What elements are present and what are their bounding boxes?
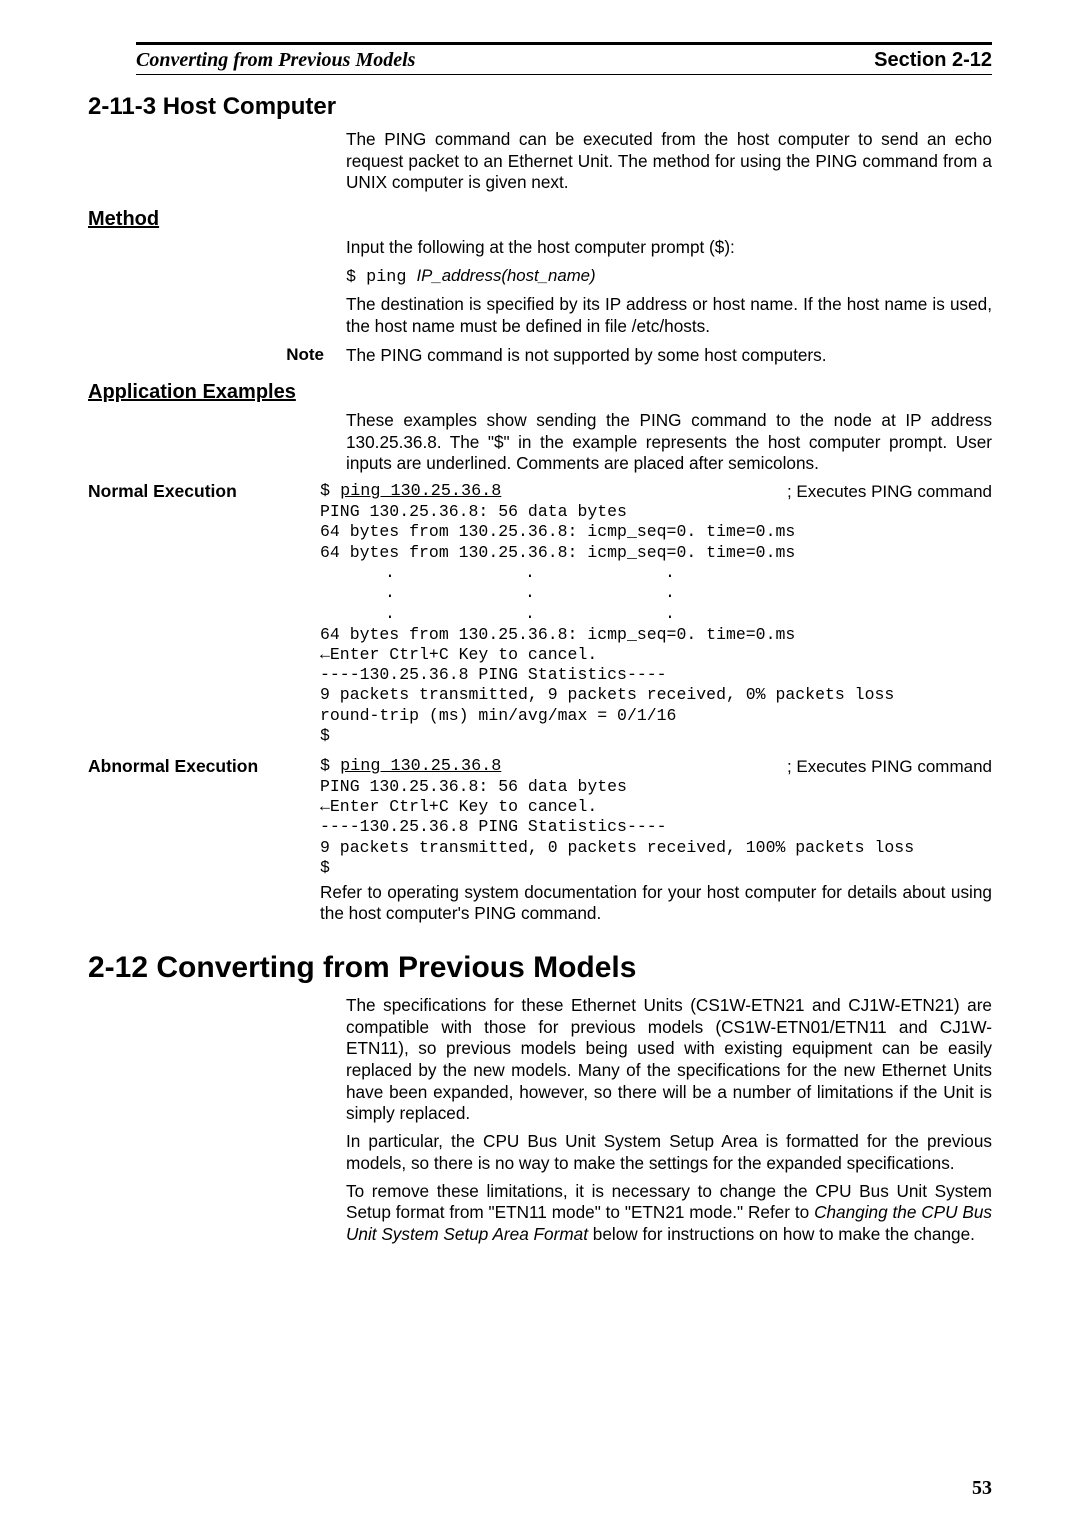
heading-host-computer: 2-11-3 Host Computer [88,93,992,121]
label-normal-execution: Normal Execution [88,481,320,502]
normal-cmd-dollar: $ [320,482,340,501]
heading-method: Method [88,208,992,231]
hostcomp-intro: The PING command can be executed from th… [346,129,992,194]
heading-application-examples: Application Examples [88,381,992,404]
method-cmd-prefix: $ ping [346,268,417,287]
normal-dots-3: ... [320,604,992,625]
abnormal-cmd-dollar: $ [320,757,340,776]
heading-converting: 2-12 Converting from Previous Models [88,951,992,985]
abnormal-cmd: $ ping 130.25.36.8 [320,756,501,777]
normal-cmd-comment: ; Executes PING command [787,481,992,502]
running-head-right: Section 2-12 [874,49,992,72]
normal-dots-2: ... [320,583,992,604]
normal-cmd-underlined: ping 130.25.36.8 [340,482,501,501]
note-text: The PING command is not supported by som… [346,345,992,367]
abnormal-after: Refer to operating system documentation … [320,882,992,925]
page-number: 53 [972,1477,992,1500]
abnormal-cmd-underlined: ping 130.25.36.8 [340,757,501,776]
convert-p3-b: below for instructions on how to make th… [588,1224,975,1244]
normal-dots-1: ... [320,563,992,584]
appex-intro: These examples show sending the PING com… [346,410,992,475]
method-line1: Input the following at the host computer… [346,237,992,259]
abnormal-block: PING 130.25.36.8: 56 data bytes ←Enter C… [320,777,992,878]
method-line2: The destination is specified by its IP a… [346,294,992,337]
label-abnormal-execution: Abnormal Execution [88,756,320,777]
note-label: Note [136,345,346,367]
method-cmd-arg: IP_address(host_name) [417,266,596,285]
convert-p3: To remove these limitations, it is neces… [346,1181,992,1246]
normal-cmd: $ ping 130.25.36.8 [320,481,501,502]
normal-block1: PING 130.25.36.8: 56 data bytes 64 bytes… [320,502,992,562]
normal-block2: 64 bytes from 130.25.36.8: icmp_seq=0. t… [320,625,992,746]
convert-p1: The specifications for these Ethernet Un… [346,995,992,1125]
method-command: $ ping IP_address(host_name) [346,265,992,288]
abnormal-cmd-comment: ; Executes PING command [787,756,992,777]
running-head-left: Converting from Previous Models [136,49,415,72]
convert-p2: In particular, the CPU Bus Unit System S… [346,1131,992,1174]
